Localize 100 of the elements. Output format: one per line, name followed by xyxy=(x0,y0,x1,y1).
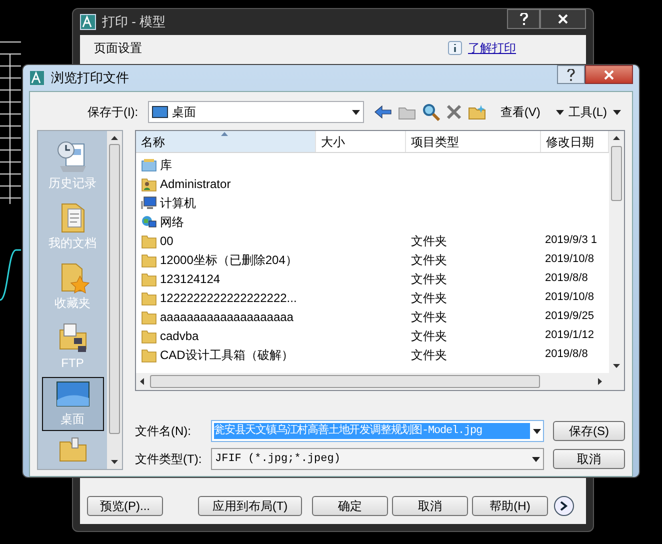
file-row[interactable]: 计算机 xyxy=(136,193,609,212)
file-row[interactable]: 00 文件夹 2019/9/3 1 xyxy=(136,231,609,250)
network-icon xyxy=(141,214,157,230)
close-button[interactable] xyxy=(540,9,586,29)
view-menu[interactable]: 查看(V) xyxy=(500,103,540,121)
file-name-label: 文件名(N): xyxy=(135,423,192,440)
scroll-up-icon[interactable] xyxy=(111,136,118,140)
scroll-up-icon[interactable] xyxy=(613,136,620,140)
file-name: aaaaaaaaaaaaaaaaaaaa xyxy=(160,308,294,326)
dialog-button[interactable]: 取消 xyxy=(392,496,468,516)
app-icon xyxy=(29,70,45,86)
help-button[interactable] xyxy=(507,9,540,29)
file-name: 1222222222222222222... xyxy=(160,290,297,306)
caret-icon xyxy=(352,110,360,114)
computer-icon xyxy=(141,194,157,210)
save-in-dropdown[interactable]: 桌面 xyxy=(148,101,364,123)
file-type-dropdown[interactable]: JFIF (*.jpg;*.jpeg) xyxy=(211,448,544,470)
file-name: 计算机 xyxy=(160,194,196,212)
dialog-button[interactable]: 确定 xyxy=(312,496,388,516)
file-row[interactable]: CAD设计工具箱（破解） 文件夹 2019/8/8 xyxy=(136,345,609,364)
horizontal-scrollbar[interactable] xyxy=(136,373,624,390)
file-row[interactable]: cadvba 文件夹 2019/1/12 xyxy=(136,326,609,345)
close-icon xyxy=(604,70,614,80)
file-date: 2019/8/8 xyxy=(545,348,588,360)
cancel-button[interactable]: 取消 xyxy=(553,449,625,469)
file-date: 2019/9/25 xyxy=(545,310,594,322)
chevron-right-icon xyxy=(560,501,568,511)
section-label: 页面设置 xyxy=(94,40,142,57)
delete-icon[interactable] xyxy=(446,104,462,120)
save-in-label: 保存于(I): xyxy=(86,104,140,121)
expand-button[interactable] xyxy=(554,496,574,516)
file-row[interactable]: 库 xyxy=(136,155,609,174)
folder-icon xyxy=(58,436,88,462)
column-header[interactable]: 名称 xyxy=(136,131,316,152)
question-icon xyxy=(567,68,575,80)
file-row[interactable]: 12000坐标（已删除204） 文件夹 2019/10/8 xyxy=(136,250,609,269)
tools-menu[interactable]: 工具(L) xyxy=(556,103,607,121)
close-button[interactable] xyxy=(585,65,633,84)
help-button[interactable] xyxy=(557,65,585,84)
file-type: 文件夹 xyxy=(411,310,447,324)
new-folder-icon[interactable] xyxy=(468,104,486,120)
file-type: 文件夹 xyxy=(411,290,447,304)
file-type: 文件夹 xyxy=(411,272,447,286)
folder-icon xyxy=(141,346,157,362)
file-name: 12000坐标（已删除204） xyxy=(160,252,298,268)
file-type: 文件夹 xyxy=(411,234,447,248)
file-type: 文件夹 xyxy=(411,348,447,362)
folder-icon xyxy=(141,232,157,248)
place-label: FTP xyxy=(61,355,84,372)
vertical-scrollbar[interactable] xyxy=(107,131,122,469)
scroll-left-icon[interactable] xyxy=(140,378,144,385)
file-date: 2019/1/12 xyxy=(545,329,594,342)
scrollbar-thumb[interactable] xyxy=(109,144,120,434)
folder-icon xyxy=(141,328,157,344)
file-type-label: 文件类型(T): xyxy=(135,451,203,468)
file-name: 网络 xyxy=(160,214,184,230)
help-link[interactable]: 了解打印 xyxy=(468,39,516,57)
info-icon xyxy=(448,41,462,55)
library-icon xyxy=(141,156,157,172)
folder-icon xyxy=(141,270,157,286)
file-row[interactable]: 123124124 文件夹 2019/8/8 xyxy=(136,269,609,288)
question-icon xyxy=(520,13,528,25)
file-type: 文件夹 xyxy=(411,252,447,266)
file-row[interactable]: Administrator xyxy=(136,174,609,193)
scroll-right-icon[interactable] xyxy=(598,378,602,385)
place-label: 桌面 xyxy=(60,411,84,428)
window-title: 打印 - 模型 xyxy=(102,13,166,32)
caret-icon xyxy=(556,110,564,114)
dialog-button[interactable]: 帮助(H) xyxy=(472,496,548,516)
folder-icon xyxy=(141,252,157,268)
file-name: cadvba xyxy=(160,328,199,344)
caret-icon xyxy=(613,110,621,114)
caret-icon xyxy=(532,456,540,462)
sort-up-icon xyxy=(221,132,228,136)
file-date: 2019/10/8 xyxy=(545,291,594,304)
file-date: 2019/8/8 xyxy=(545,272,588,284)
scrollbar-thumb[interactable] xyxy=(611,146,622,201)
vertical-scrollbar[interactable] xyxy=(609,131,624,373)
dialog-button[interactable]: 应用到布局(T) xyxy=(198,496,302,516)
place-label: 历史记录 xyxy=(48,175,96,192)
scrollbar-thumb[interactable] xyxy=(150,375,540,388)
back-arrow-icon[interactable] xyxy=(374,105,392,119)
file-name: 00 xyxy=(160,232,174,250)
file-name: 123124124 xyxy=(160,270,220,288)
folder-icon xyxy=(141,308,157,324)
desktop-icon xyxy=(152,106,168,118)
scroll-down-icon[interactable] xyxy=(613,364,620,368)
scroll-down-icon[interactable] xyxy=(111,460,118,464)
folder-icon xyxy=(141,290,157,306)
file-row[interactable]: 1222222222222222222... 文件夹 2019/10/8 xyxy=(136,288,609,307)
app-icon xyxy=(80,14,96,30)
dialog-button[interactable]: 预览(P)... xyxy=(87,496,163,516)
place-label: 我的文档 xyxy=(48,235,96,252)
window-title: 浏览打印文件 xyxy=(51,69,129,88)
file-row[interactable]: 网络 xyxy=(136,212,609,231)
search-icon[interactable] xyxy=(422,103,440,121)
save-button[interactable]: 保存(S) xyxy=(553,421,625,441)
file-type: 文件夹 xyxy=(411,328,447,342)
file-name: 库 xyxy=(160,156,172,174)
file-row[interactable]: aaaaaaaaaaaaaaaaaaaa 文件夹 2019/9/25 xyxy=(136,307,609,326)
